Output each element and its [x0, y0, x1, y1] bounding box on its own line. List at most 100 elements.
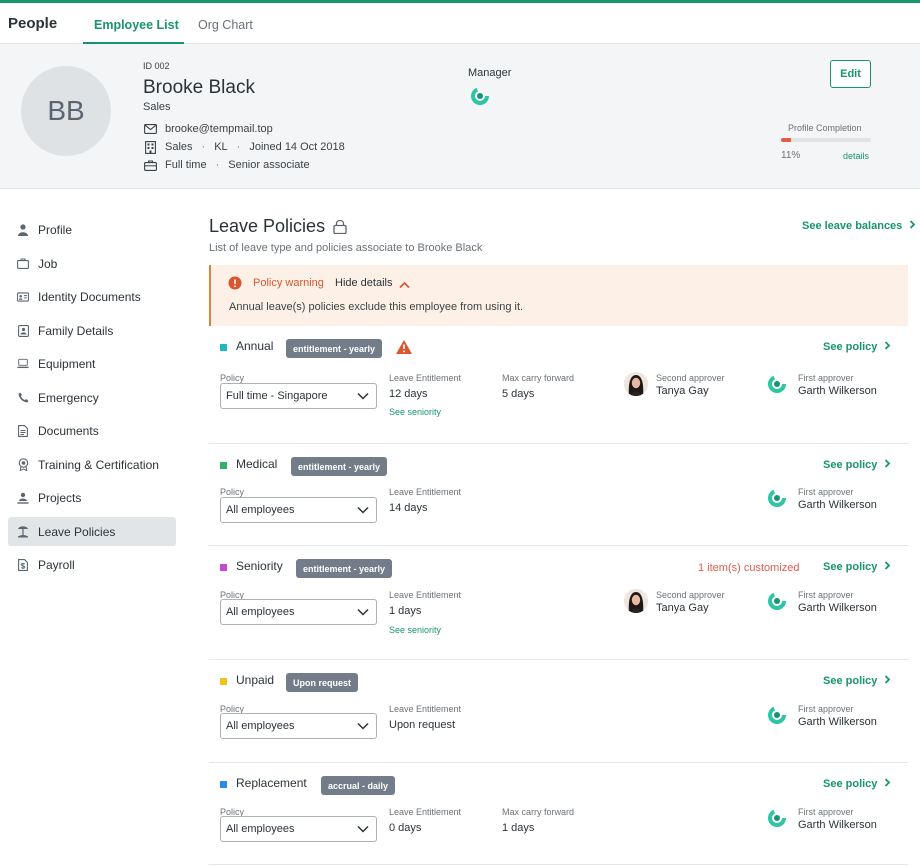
lock-icon — [333, 219, 347, 237]
joined-date: Joined 14 Oct 2018 — [249, 141, 345, 153]
see-leave-balances-link[interactable]: See leave balances — [802, 220, 916, 232]
employment-type: Full time — [165, 159, 207, 171]
see-policy-link[interactable]: See policy — [823, 561, 891, 573]
policy-type-badge: entitlement - yearly — [291, 457, 388, 476]
customized-items-notice[interactable]: 1 item(s) customized — [698, 562, 799, 574]
leave-entitlement-label: Leave Entitlement — [389, 590, 462, 600]
family-icon — [17, 324, 29, 338]
briefcase-icon — [143, 158, 157, 172]
chevron-right-icon — [885, 561, 891, 570]
chevron-down-icon — [357, 825, 369, 833]
leave-entitlement-label: Leave Entitlement — [389, 807, 462, 817]
page-subtitle: List of leave type and policies associat… — [209, 242, 483, 254]
email-row: brooke@tempmail.top — [143, 122, 273, 136]
edit-button[interactable]: Edit — [830, 60, 871, 88]
policy-color-marker — [220, 781, 227, 788]
sidebar-item-profile[interactable]: Profile — [8, 215, 176, 244]
max-carry-forward-value: 1 days — [502, 822, 535, 834]
first-approver-logo-icon — [767, 808, 787, 831]
hide-details-toggle[interactable]: Hide details — [335, 277, 392, 289]
sidebar-item-documents[interactable]: Documents — [8, 416, 176, 445]
see-policy-link[interactable]: See policy — [823, 341, 891, 353]
sidebar-item-emergency[interactable]: Emergency — [8, 383, 176, 412]
policy-color-marker — [220, 678, 227, 685]
see-seniority-link[interactable]: See seniority — [389, 625, 441, 635]
policy-select[interactable]: All employees — [220, 497, 377, 523]
first-approver-label: First approver — [798, 487, 854, 497]
policy-warning-banner: Policy warning Hide details Annual leave… — [209, 265, 908, 326]
first-approver-logo-icon — [767, 488, 787, 511]
policy-name: Replacement — [236, 776, 307, 790]
see-seniority-link[interactable]: See seniority — [389, 407, 441, 417]
employment-row: Full time · Senior associate — [143, 158, 310, 172]
leave-entitlement-value: Upon request — [389, 719, 456, 731]
employee-id: ID 002 — [143, 61, 170, 71]
phone-icon — [17, 391, 29, 405]
policy-label: Policy — [220, 373, 245, 383]
laptop-icon — [17, 357, 29, 371]
manager-label: Manager — [468, 67, 512, 79]
page-title: Leave Policies — [209, 216, 326, 236]
first-approver-name: Garth Wilkerson — [798, 716, 877, 728]
payroll-icon — [17, 558, 29, 572]
sidebar-item-training-certification[interactable]: Training & Certification — [8, 450, 176, 479]
tab-employee-list[interactable]: Employee List — [94, 18, 179, 32]
manager-avatar-logo-icon[interactable] — [470, 86, 490, 109]
employee-department: Sales — [143, 101, 171, 113]
policy-color-marker — [220, 344, 227, 351]
sidebar-item-identity-documents[interactable]: Identity Documents — [8, 282, 176, 311]
sidebar-item-equipment[interactable]: Equipment — [8, 349, 176, 378]
first-approver-name: Garth Wilkerson — [798, 499, 877, 511]
sidebar-item-leave-policies[interactable]: Leave Policies — [8, 517, 176, 546]
profile-completion-percent: 11% — [781, 150, 801, 161]
first-approver-name: Garth Wilkerson — [798, 819, 877, 831]
policy-color-marker — [220, 462, 227, 469]
policy-type-badge: Upon request — [286, 673, 359, 692]
see-policy-link[interactable]: See policy — [823, 675, 891, 687]
max-carry-forward-label: Max carry forward — [502, 807, 575, 817]
chevron-right-icon — [885, 778, 891, 787]
app-title: People — [8, 15, 58, 32]
profile-completion-label: Profile Completion — [788, 123, 862, 133]
chevron-down-icon — [357, 506, 369, 514]
sidebar-item-payroll[interactable]: Payroll — [8, 550, 176, 579]
max-carry-forward-label: Max carry forward — [502, 373, 575, 383]
leave-entitlement-label: Leave Entitlement — [389, 373, 462, 383]
policy-select[interactable]: All employees — [220, 599, 377, 625]
award-icon — [17, 458, 29, 472]
employee-email[interactable]: brooke@tempmail.top — [165, 123, 273, 135]
policy-label: Policy — [220, 487, 245, 497]
sidebar-item-projects[interactable]: Projects — [8, 483, 176, 512]
first-approver-label: First approver — [798, 373, 854, 383]
chevron-up-icon[interactable] — [399, 278, 410, 292]
chevron-right-icon — [885, 459, 891, 468]
leave-entitlement-label: Leave Entitlement — [389, 704, 462, 714]
sidebar-item-job[interactable]: Job — [8, 249, 176, 278]
policy-color-marker — [220, 564, 227, 571]
profile-completion-bar — [781, 138, 871, 142]
chevron-down-icon — [357, 392, 369, 400]
policy-name: Annual — [236, 339, 274, 353]
second-approver-avatar — [624, 372, 648, 396]
first-approver-label: First approver — [798, 807, 854, 817]
policy-card-seniority: Seniority entitlement - yearly 1 item(s)… — [209, 546, 908, 660]
profile-completion-fill — [781, 138, 791, 142]
leave-entitlement-value: 0 days — [389, 822, 422, 834]
policy-card-annual: Annual entitlement - yearly See policy P… — [209, 326, 908, 444]
tab-org-chart[interactable]: Org Chart — [198, 18, 253, 32]
first-approver-logo-icon — [767, 705, 787, 728]
first-approver-logo-icon — [767, 591, 787, 614]
policy-select[interactable]: All employees — [220, 713, 377, 739]
second-approver-avatar — [624, 589, 648, 613]
leave-entitlement-value: 1 days — [389, 605, 422, 617]
leave-entitlement-label: Leave Entitlement — [389, 487, 462, 497]
see-policy-link[interactable]: See policy — [823, 459, 891, 471]
see-policy-link[interactable]: See policy — [823, 778, 891, 790]
policy-select[interactable]: All employees — [220, 816, 377, 842]
policy-select[interactable]: Full time - Singapore — [220, 383, 377, 409]
profile-completion-details-link[interactable]: details — [843, 151, 869, 161]
second-approver-label: Second approver — [656, 590, 725, 600]
policy-name: Seniority — [236, 559, 283, 573]
beach-icon — [17, 525, 29, 539]
sidebar-item-family-details[interactable]: Family Details — [8, 316, 176, 345]
